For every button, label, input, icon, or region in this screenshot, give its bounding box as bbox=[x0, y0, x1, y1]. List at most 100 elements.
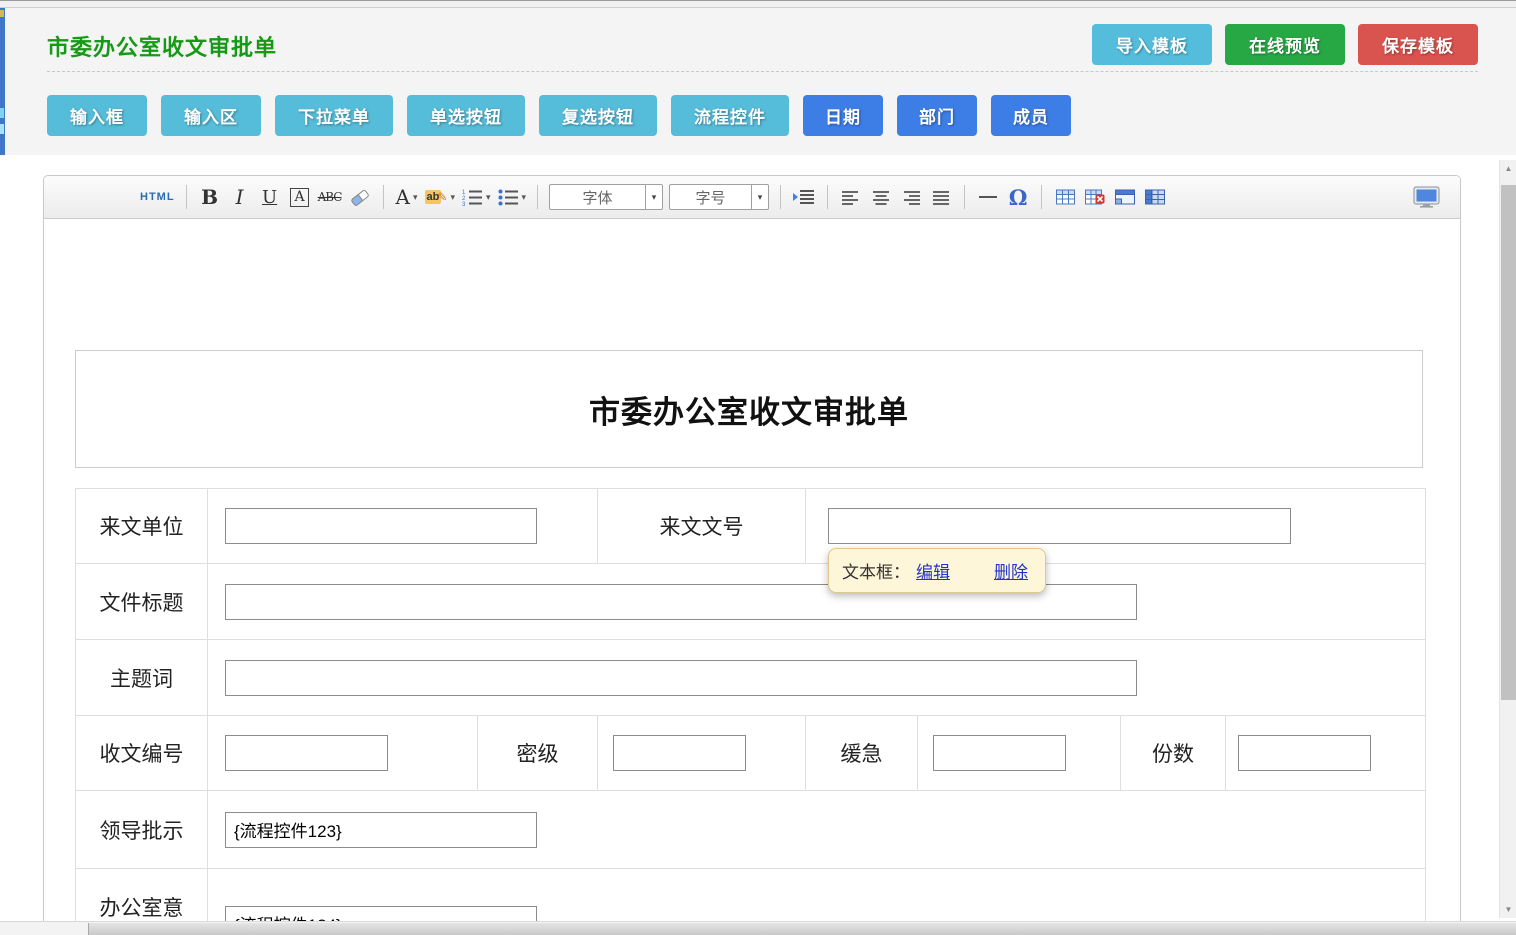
highlight-color-button[interactable]: ab✎▾ bbox=[425, 183, 455, 211]
header: 市委办公室收文审批单 导入模板 在线预览 保存模板 输入框 输入区 下拉菜单 单… bbox=[5, 8, 1516, 155]
font-family-select[interactable]: 字体 ▾ bbox=[549, 184, 663, 210]
delete-link[interactable]: 删除 bbox=[994, 558, 1028, 583]
table-row: 领导批示 bbox=[76, 791, 1426, 869]
align-left-button[interactable] bbox=[839, 183, 863, 211]
widget-button-flow-control[interactable]: 流程控件 bbox=[671, 95, 789, 136]
scroll-down-button[interactable]: ▼ bbox=[1500, 901, 1516, 918]
font-color-button[interactable]: A▾ bbox=[395, 183, 419, 211]
label-doc-title: 文件标题 bbox=[76, 564, 208, 640]
label-receipt-number: 收文编号 bbox=[76, 716, 208, 791]
svg-text:3: 3 bbox=[462, 202, 466, 206]
align-right-button[interactable] bbox=[899, 183, 923, 211]
form-table: 来文单位 来文文号 文件标题 主题词 收文编号 密级 缓急 份数 bbox=[75, 488, 1426, 935]
fullscreen-button[interactable] bbox=[1413, 183, 1440, 211]
italic-button[interactable]: I bbox=[228, 183, 252, 211]
tooltip-label: 文本框： bbox=[842, 558, 910, 583]
vertical-scrollbar-thumb[interactable] bbox=[1501, 185, 1516, 700]
scroll-up-button[interactable]: ▲ bbox=[1500, 160, 1516, 177]
left-strip-fragment bbox=[0, 108, 4, 118]
pencil-icon: ✎ bbox=[437, 190, 447, 204]
widget-button-textarea[interactable]: 输入区 bbox=[161, 95, 261, 136]
toolbar-separator bbox=[383, 185, 384, 209]
ordered-list-icon: 1 2 3 bbox=[461, 188, 483, 206]
indent-icon bbox=[793, 189, 815, 205]
input-subject-words[interactable] bbox=[225, 660, 1137, 696]
edit-link[interactable]: 编辑 bbox=[916, 558, 950, 583]
font-size-value: 字号 bbox=[670, 187, 751, 208]
input-copies[interactable] bbox=[1238, 735, 1371, 771]
strikethrough-button[interactable]: ABC bbox=[318, 183, 342, 211]
table-properties-button[interactable] bbox=[1113, 183, 1137, 211]
widget-tooltip: 文本框： 编辑 删除 bbox=[828, 548, 1046, 593]
horizontal-scrollbar[interactable] bbox=[0, 921, 1516, 935]
widget-button-date[interactable]: 日期 bbox=[803, 95, 883, 136]
underline-button[interactable]: U bbox=[258, 183, 282, 211]
toolbar-separator bbox=[1041, 185, 1042, 209]
input-source-unit[interactable] bbox=[225, 508, 537, 544]
document-title: 市委办公室收文审批单 bbox=[589, 387, 909, 432]
chevron-down-icon[interactable]: ▾ bbox=[751, 185, 768, 209]
widget-button-dropdown[interactable]: 下拉菜单 bbox=[275, 95, 393, 136]
special-char-button[interactable]: Ω bbox=[1006, 183, 1030, 211]
widget-button-member[interactable]: 成员 bbox=[991, 95, 1071, 136]
table-row: 主题词 bbox=[76, 640, 1426, 716]
widget-button-input-field[interactable]: 输入框 bbox=[47, 95, 147, 136]
input-receipt-number[interactable] bbox=[225, 735, 388, 771]
bold-button[interactable]: B bbox=[198, 183, 222, 211]
label-urgency: 缓急 bbox=[806, 716, 918, 791]
import-template-button[interactable]: 导入模板 bbox=[1092, 24, 1212, 65]
header-divider bbox=[47, 71, 1478, 72]
widget-button-checkbox[interactable]: 复选按钮 bbox=[539, 95, 657, 136]
chevron-down-icon: ▾ bbox=[522, 192, 527, 203]
justify-button[interactable] bbox=[929, 183, 953, 211]
html-source-button[interactable]: HTML bbox=[140, 183, 175, 211]
label-copies: 份数 bbox=[1121, 716, 1226, 791]
justify-icon bbox=[932, 190, 950, 205]
table-row: 文件标题 bbox=[76, 564, 1426, 640]
widget-button-row: 输入框 输入区 下拉菜单 单选按钮 复选按钮 流程控件 日期 部门 成员 bbox=[47, 95, 1071, 136]
delete-table-button[interactable] bbox=[1083, 183, 1107, 211]
input-urgency[interactable] bbox=[933, 735, 1066, 771]
editor-canvas[interactable]: 市委办公室收文审批单 来文单位 来文文号 文件标题 主题词 收文 bbox=[44, 219, 1460, 935]
widget-button-department[interactable]: 部门 bbox=[897, 95, 977, 136]
left-strip-fragment bbox=[0, 10, 4, 17]
chevron-down-icon: ▾ bbox=[450, 192, 455, 203]
horizontal-scrollbar-thumb[interactable] bbox=[88, 923, 1516, 935]
align-center-button[interactable] bbox=[869, 183, 893, 211]
save-template-button[interactable]: 保存模板 bbox=[1358, 24, 1478, 65]
insert-table-button[interactable] bbox=[1053, 183, 1077, 211]
omega-icon: Ω bbox=[1009, 185, 1028, 210]
input-secrecy-level[interactable] bbox=[613, 735, 746, 771]
chevron-down-icon: ▾ bbox=[486, 192, 491, 203]
unordered-list-button[interactable]: ▾ bbox=[497, 183, 527, 211]
font-color-icon: A bbox=[396, 185, 410, 209]
indent-button[interactable] bbox=[792, 183, 816, 211]
horizontal-rule-icon bbox=[979, 196, 997, 198]
cell-properties-icon bbox=[1145, 189, 1165, 205]
input-doc-number[interactable] bbox=[828, 508, 1291, 544]
ordered-list-button[interactable]: 1 2 3 ▾ bbox=[461, 183, 491, 211]
html-source-label: HTML bbox=[140, 191, 175, 203]
font-size-select[interactable]: 字号 ▾ bbox=[669, 184, 769, 210]
document-title-box: 市委办公室收文审批单 bbox=[75, 350, 1423, 468]
label-subject-words: 主题词 bbox=[76, 640, 208, 716]
eraser-icon bbox=[348, 189, 372, 206]
font-family-value: 字体 bbox=[550, 187, 645, 208]
table-row: 收文编号 密级 缓急 份数 bbox=[76, 716, 1426, 791]
horizontal-rule-button[interactable] bbox=[976, 183, 1000, 211]
char-border-button[interactable]: A bbox=[288, 183, 312, 211]
label-source-unit: 来文单位 bbox=[76, 489, 208, 564]
toolbar-separator bbox=[827, 185, 828, 209]
input-leader-remarks[interactable] bbox=[225, 812, 537, 848]
editor-toolbar: HTML B I U A ABC A▾ ab✎▾ 1 2 3 bbox=[44, 176, 1460, 219]
align-right-icon bbox=[902, 190, 920, 205]
vertical-scrollbar[interactable]: ▲ ▼ bbox=[1499, 160, 1516, 918]
chevron-down-icon[interactable]: ▾ bbox=[645, 185, 662, 209]
online-preview-button[interactable]: 在线预览 bbox=[1225, 24, 1345, 65]
left-accent-strip bbox=[0, 8, 5, 155]
unordered-list-icon bbox=[497, 188, 519, 206]
cell-properties-button[interactable] bbox=[1143, 183, 1167, 211]
widget-button-radio[interactable]: 单选按钮 bbox=[407, 95, 525, 136]
eraser-button[interactable] bbox=[348, 183, 372, 211]
left-strip-fragment bbox=[0, 124, 4, 134]
